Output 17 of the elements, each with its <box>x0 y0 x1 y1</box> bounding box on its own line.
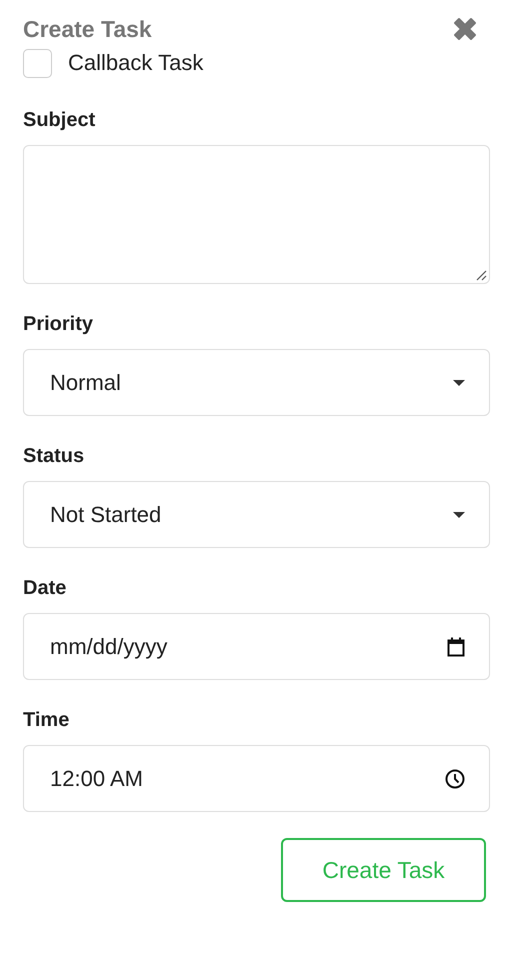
date-field[interactable]: mm/dd/yyyy <box>23 613 490 680</box>
field-label: Priority <box>23 312 94 336</box>
select-field[interactable]: Normal <box>23 349 490 416</box>
checkbox-label: Callback Task <box>68 50 204 76</box>
callback-checkbox[interactable] <box>23 48 52 78</box>
caret-icon <box>453 512 465 518</box>
field-label: Time <box>23 708 70 732</box>
field-label: Status <box>23 444 86 468</box>
select-field[interactable]: Not Started <box>23 481 490 548</box>
resize-grip-icon[interactable] <box>475 269 487 281</box>
caret-icon <box>453 380 465 386</box>
field-label: Subject <box>23 108 96 132</box>
time-field[interactable]: 12:00 AM <box>23 745 490 812</box>
calendar-icon[interactable] <box>447 636 465 656</box>
field-label: Date <box>23 576 68 600</box>
dialog-title: Create Task <box>23 16 152 42</box>
clock-icon[interactable] <box>445 768 465 788</box>
